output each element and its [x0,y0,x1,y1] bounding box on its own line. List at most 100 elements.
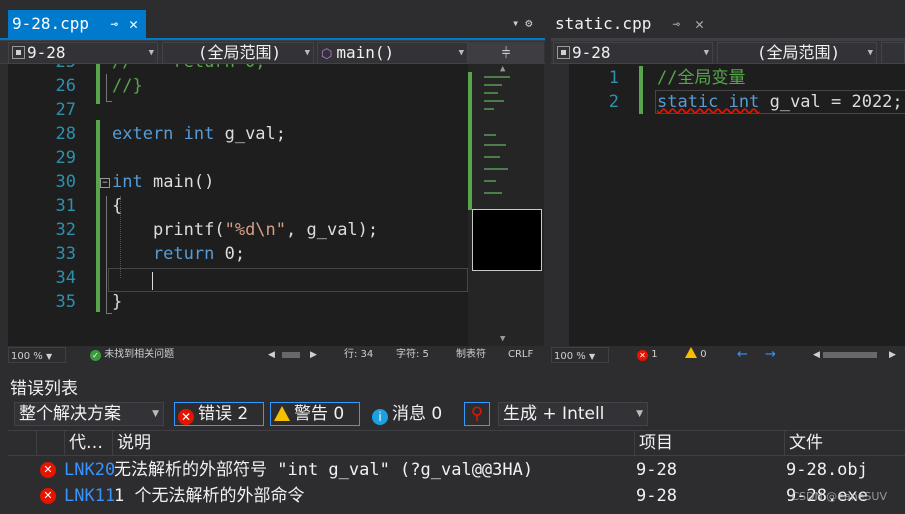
left-navigation-bar: 9-28 ▼ (全局范围) ▼ ⬡ main() ▼ [0,40,545,64]
line-ending[interactable]: CRLF [508,346,533,364]
code-text: g_val; [214,124,287,144]
error-description: 1 个无法解析的外部命令 [114,486,305,506]
watermark: CSDN @eaneSUV [791,490,887,503]
gear-icon[interactable]: ⚙ [525,16,538,30]
chevron-down-icon: ▼ [867,48,873,58]
code-editor-9-28[interactable]: − 25 // return 0; 26 //} 27 28 extern in… [8,64,468,346]
build-filter-dropdown[interactable]: 生成 + Intell ▼ [498,402,648,426]
scroll-left-icon[interactable]: ◀ [813,346,820,364]
close-icon[interactable]: ✕ [695,10,704,38]
code-line: { [112,196,123,216]
filter-clear-icon[interactable]: ⚲ [464,402,490,426]
minimap-line [484,144,506,146]
scope-filter-value: 整个解决方案 [19,404,121,424]
current-line-highlight [655,90,905,114]
pin-icon[interactable]: ⊸ [673,10,680,38]
current-line-highlight [108,268,468,292]
change-bar [639,66,643,114]
horizontal-scroll-thumb[interactable] [823,352,877,358]
string-literal: "%d\n" [224,220,287,240]
errors-filter-button[interactable]: ✕ 错误 2 [174,402,264,426]
minimap-viewport[interactable] [472,209,542,271]
close-icon[interactable]: ✕ [129,10,138,38]
indent-mode[interactable]: 制表符 [456,346,486,364]
scroll-right-icon[interactable]: ▶ [310,346,317,364]
scroll-right-icon[interactable]: ▶ [889,346,896,364]
chevron-down-icon: ▼ [636,409,643,419]
error-code-link[interactable]: LNK2019 [64,458,114,482]
zoom-value: 100 % [11,351,43,362]
tab-static-cpp[interactable]: static.cpp ⊸ ✕ [552,10,712,38]
warning-count-indicator[interactable]: 0 [685,346,707,364]
zoom-dropdown[interactable]: 100 % ▼ [8,347,66,363]
error-project: 9-28 [636,460,677,480]
column-header-project[interactable]: 项目 [634,431,784,455]
messages-filter-button[interactable]: i 消息 0 [368,402,458,426]
scope-value: (全局范围) [197,43,282,62]
collapse-toggle-icon[interactable]: − [100,178,110,188]
column-header-code[interactable]: 代… [64,431,112,455]
error-code-link[interactable]: LNK1120 [64,484,114,508]
error-project: 9-28 [636,486,677,506]
scope-filter-dropdown[interactable]: 整个解决方案 ▼ [14,402,164,426]
column-header-description[interactable]: 说明 [112,431,634,455]
chevron-down-icon[interactable]: ▾ [512,16,525,30]
project-value: 9-28 [572,43,611,62]
code-line: } [112,292,123,312]
warnings-filter-button[interactable]: 警告 0 [270,402,360,426]
messages-filter-label: 消息 0 [392,404,443,424]
code-editor-static[interactable]: 1 //全局变量 2 static int g_val = 2022; [551,64,905,346]
project-dropdown[interactable]: 9-28 ▼ [8,42,158,64]
scope-dropdown[interactable]: (全局范围) ▼ [717,42,877,64]
navigate-forward-icon[interactable]: → [765,346,776,364]
member-dropdown[interactable] [881,42,905,64]
zoom-dropdown[interactable]: 100 % ▼ [551,347,609,363]
line-number: 33 [55,244,76,264]
code-text: printf( [112,220,225,240]
line-indicator[interactable]: 行: 34 [344,346,373,364]
change-bar [96,64,100,104]
scope-dropdown[interactable]: (全局范围) ▼ [162,42,314,64]
scope-value: (全局范围) [756,43,841,62]
minimap-line [484,156,500,158]
errors-filter-label: 错误 2 [198,404,249,424]
line-number: 29 [55,148,76,168]
member-dropdown[interactable]: ⬡ main() ▼ [317,42,468,64]
line-number: 35 [55,292,76,312]
table-row[interactable]: ✕ LNK1120 1 个无法解析的外部命令 9-28 9-28.exe [8,484,905,508]
function-cube-icon: ⬡ [321,47,333,62]
horizontal-scroll-thumb[interactable] [282,352,300,358]
error-list-header: 代… 说明 项目 文件 [8,430,905,456]
column-header-icon[interactable] [36,431,64,455]
code-line: int main() [112,170,214,194]
error-icon: ✕ [178,409,194,425]
column-indicator[interactable]: 字符: 5 [396,346,429,364]
error-count-indicator[interactable]: ✕ 1 [637,346,658,364]
minimap-line [484,108,494,110]
column-header-file[interactable]: 文件 [784,431,905,455]
chevron-down-icon: ▼ [304,48,310,58]
panel-title: 错误列表 [10,379,78,399]
minimap-line [484,76,510,78]
error-description: 无法解析的外部符号 "int g_val" (?g_val@@3HA) [114,460,534,480]
chevron-down-icon: ▼ [45,352,53,361]
issues-indicator[interactable]: ✓ 未找到相关问题 [90,346,174,364]
table-row[interactable]: ✕ LNK2019 无法解析的外部符号 "int g_val" (?g_val@… [8,458,905,482]
tab-overflow-and-settings[interactable]: ▾⚙ [512,16,538,30]
project-icon [557,46,570,59]
project-dropdown[interactable]: 9-28 ▼ [553,42,713,64]
minimap-scrollbar[interactable]: ⫩ ▲ ▼ [468,42,544,346]
chevron-down-icon: ▼ [703,48,709,58]
line-number: 34 [55,268,76,288]
split-window-icon[interactable]: ⫩ [468,42,544,64]
error-list-panel: 错误列表 整个解决方案 ▼ ✕ 错误 2 警告 0 i 消息 0 ⚲ 生成 + In… [0,368,905,514]
navigate-back-icon[interactable]: ← [737,346,748,364]
scroll-down-arrow-icon[interactable]: ▼ [500,334,505,344]
tab-9-28-cpp[interactable]: 9-28.cpp ⊸ ✕ [8,10,146,38]
code-text: , g_val); [286,220,379,240]
chevron-down-icon: ▼ [148,48,154,58]
line-number: 25 [8,64,76,74]
scroll-left-icon[interactable]: ◀ [268,346,275,364]
scroll-up-arrow-icon[interactable]: ▲ [500,64,505,74]
pin-icon[interactable]: ⊸ [111,10,118,38]
